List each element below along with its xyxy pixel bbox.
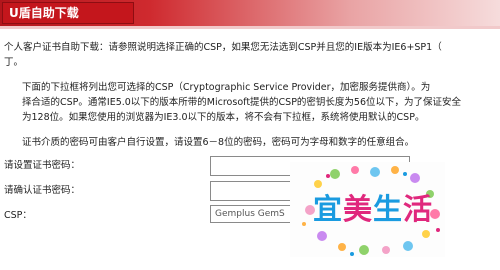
watermark-text: 宜 美 生 活 [308,187,438,227]
watermark-char: 活 [403,192,434,226]
csp-label: CSP： [4,210,32,221]
watermark-char: 宜 [312,192,343,226]
csp-note-line: 择合适的CSP。通常IE5.0以下的版本所带的Microsoft提供的CSP的密… [22,97,462,108]
intro-paragraph: 个人客户证书自助下载：请参照说明选择正确的CSP，如果您无法选到CSP并且您的I… [4,40,498,70]
confirm-password-label: 请确认证书密码： [4,185,81,196]
csp-note-paragraph: 下面的下拉框将列出您可选择的CSP（Cryptographic Service … [4,80,498,125]
password-note-text: 证书介质的密码可由客户自行设置，请设置6－8位的密码，密码可为字母和数字的任意组… [22,137,415,148]
intro-line: 丁。 [4,57,24,68]
header-divider [0,26,500,29]
intro-line: 个人客户证书自助下载：请参照说明选择正确的CSP，如果您无法选到CSP并且您的I… [4,42,442,53]
header-bar: U盾自助下载 [0,0,500,26]
csp-note-line: 为128位。如果您使用的浏览器为IE3.0以下的版本，将不会有下拉框，系统将使用… [22,112,425,123]
watermark-logo: 宜 美 生 活 [290,162,445,257]
watermark-char: 美 [342,192,373,226]
set-password-label: 请设置证书密码： [4,160,81,171]
password-note: 证书介质的密码可由客户自行设置，请设置6－8位的密码，密码可为字母和数字的任意组… [4,135,498,150]
csp-note-line: 下面的下拉框将列出您可选择的CSP（Cryptographic Service … [22,82,431,93]
header-title: U盾自助下载 [2,2,134,24]
watermark-char: 生 [373,192,404,226]
